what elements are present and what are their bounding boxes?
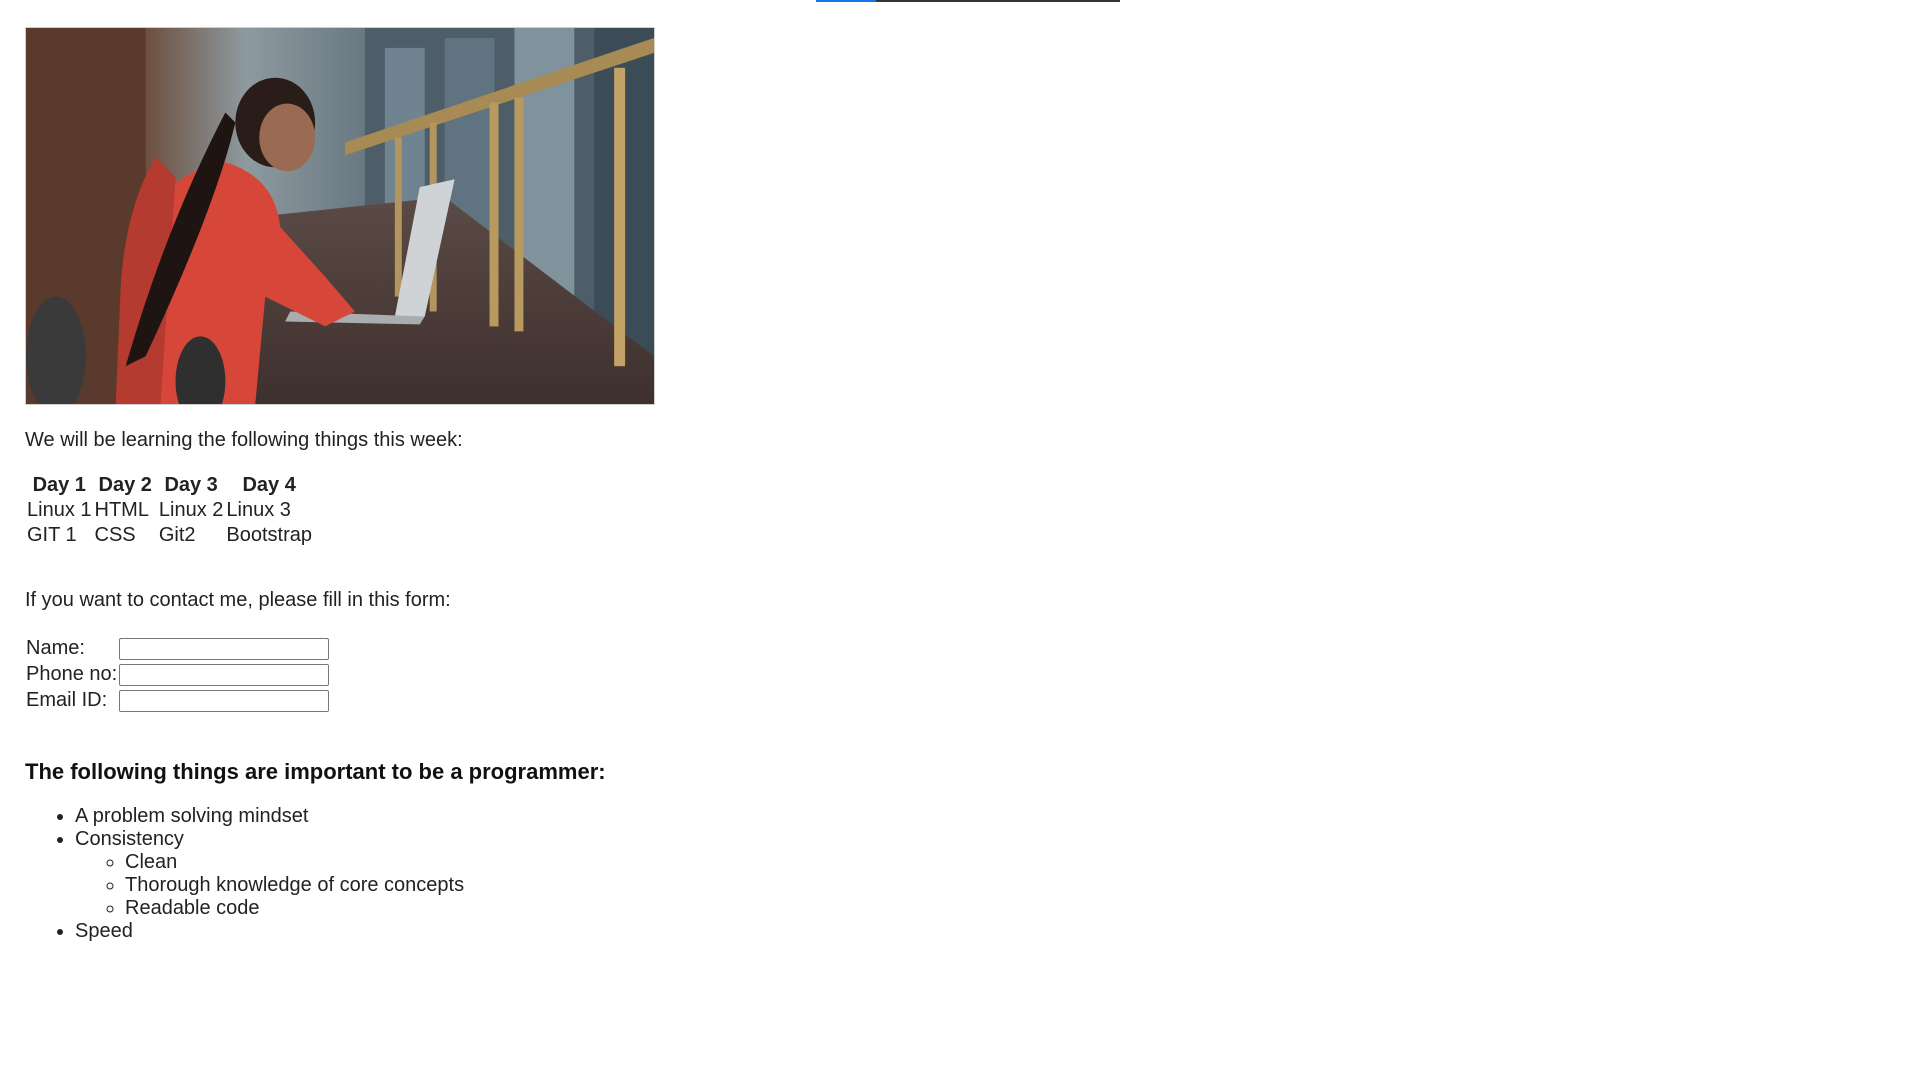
contact-intro-text: If you want to contact me, please fill i…	[25, 589, 451, 611]
list-item: Consistency Clean Thorough knowledge of …	[75, 828, 1125, 920]
schedule-header-day-3: Day 3	[164, 474, 218, 496]
list-item-label: Consistency	[75, 828, 184, 850]
intro-text: We will be learning the following things…	[25, 429, 463, 451]
top-scroll-indicator-accent	[816, 0, 876, 2]
programmer-heading: The following things are important to be…	[25, 759, 606, 784]
email-label: Email ID:	[26, 689, 108, 711]
main-content: We will be learning the following things…	[25, 27, 1125, 943]
list-item: A problem solving mindset	[75, 805, 1125, 828]
schedule-cell: GIT 1	[27, 524, 77, 546]
programmer-traits-list: A problem solving mindset Consistency Cl…	[25, 805, 1125, 943]
schedule-cell: Linux 2	[158, 499, 224, 521]
phone-label: Phone no:	[26, 663, 118, 685]
schedule-row: GIT 1 CSS Git2 Bootstrap	[27, 524, 312, 547]
schedule-header-day-4: Day 4	[242, 474, 296, 496]
form-row-name: Name:	[26, 637, 330, 660]
schedule-header-row: Day 1 Day 2 Day 3 Day 4	[27, 474, 312, 497]
name-input[interactable]	[119, 637, 330, 660]
sub-list-item: Clean	[125, 851, 1125, 874]
form-row-email: Email ID:	[26, 689, 330, 712]
email-input[interactable]	[119, 689, 330, 712]
list-item: Speed	[75, 920, 1125, 943]
woman-with-laptop-photo	[25, 27, 655, 405]
consistency-sublist: Clean Thorough knowledge of core concept…	[75, 851, 1125, 920]
phone-input[interactable]	[119, 663, 330, 686]
schedule-table: Day 1 Day 2 Day 3 Day 4 Linux 1 HTML Lin…	[24, 472, 315, 549]
schedule-row: Linux 1 HTML Linux 2 Linux 3	[27, 499, 312, 522]
schedule-header-day-1: Day 1	[32, 474, 86, 496]
schedule-cell: Linux 1	[27, 499, 92, 521]
sub-list-item: Thorough knowledge of core concepts	[125, 874, 1125, 897]
name-label: Name:	[26, 637, 85, 659]
form-row-phone: Phone no:	[26, 663, 330, 686]
sub-list-item: Readable code	[125, 897, 1125, 920]
schedule-cell: HTML	[94, 499, 149, 521]
schedule-cell: Linux 3	[226, 499, 291, 521]
schedule-cell: Bootstrap	[226, 524, 312, 546]
contact-form: Name: Phone no: Email ID:	[24, 634, 331, 715]
top-scroll-indicator	[816, 0, 1120, 2]
schedule-cell: Git2	[158, 524, 196, 546]
schedule-cell: CSS	[94, 524, 136, 546]
schedule-header-day-2: Day 2	[98, 474, 152, 496]
